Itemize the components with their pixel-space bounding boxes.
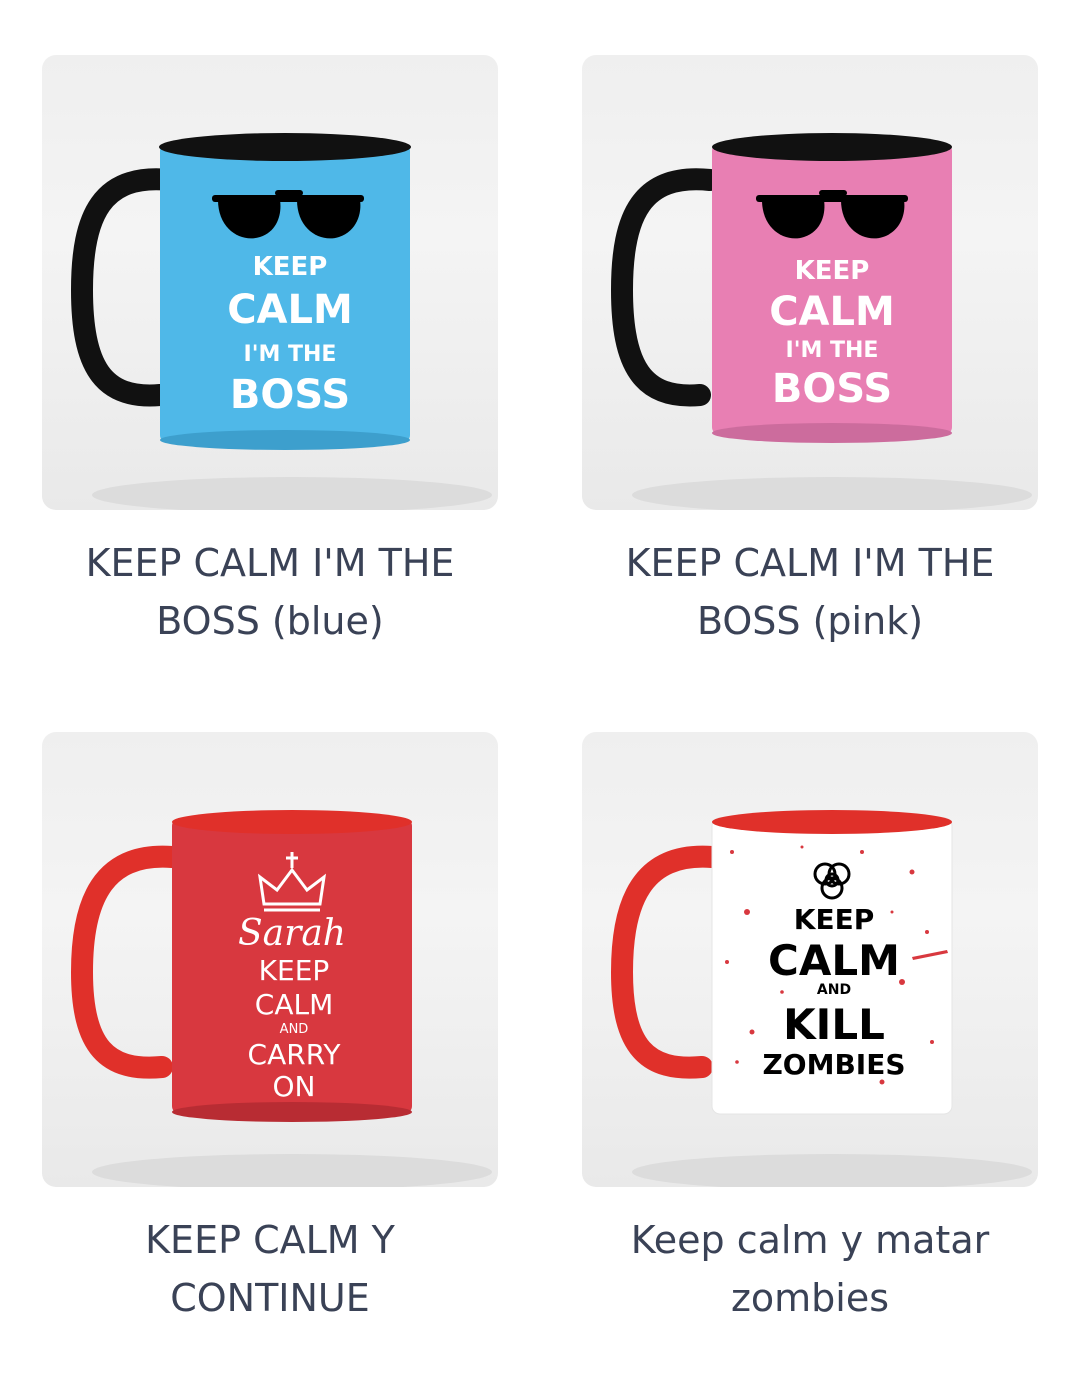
product-card-boss-pink[interactable]: KEEP CALM I'M THE BOSS KEEP CALM I'M THE… [582,55,1038,650]
mug-print-line: KEEP [253,252,328,282]
mug-print-line: CALM [769,289,895,335]
mug-print-line: CARRY [248,1038,342,1071]
product-card-carry-on[interactable]: Sarah KEEP CALM AND CARRY ON KEEP CALM Y… [42,732,498,1327]
product-image[interactable]: Sarah KEEP CALM AND CARRY ON [42,732,498,1187]
mug-print-line: KILL [783,1000,885,1049]
mug-print-line: Sarah [238,913,346,954]
product-title[interactable]: KEEP CALM I'M THE BOSS (pink) [582,534,1038,650]
mug-print-line: KEEP [794,903,874,936]
mug-print-line: AND [817,982,851,998]
product-title[interactable]: KEEP CALM Y CONTINUE [42,1211,498,1327]
mug-print-line: BOSS [772,366,892,412]
mug-print-line: ZOMBIES [762,1048,905,1081]
mug-red-image: Sarah KEEP CALM AND CARRY ON [70,810,492,1187]
mug-print-line: AND [280,1022,309,1037]
product-grid: KEEP CALM I'M THE BOSS KEEP CALM I'M THE… [0,0,1080,1375]
mug-print-line: CALM [768,936,900,985]
mug-print-line: I'M THE [244,342,337,367]
mug-print-line: KEEP [259,954,330,987]
mug-white-image: KEEP CALM AND KILL ZOMBIES [610,810,1032,1187]
product-title[interactable]: Keep calm y matar zombies [582,1211,1038,1327]
product-title[interactable]: KEEP CALM I'M THE BOSS (blue) [42,534,498,650]
mug-blue-image: KEEP CALM I'M THE BOSS [70,133,492,510]
mug-print-line: CALM [227,287,353,333]
product-card-zombies[interactable]: KEEP CALM AND KILL ZOMBIES Keep calm y m… [582,732,1038,1327]
mug-print-line: I'M THE [786,338,879,363]
mug-print-line: KEEP [795,256,870,286]
product-image[interactable]: KEEP CALM AND KILL ZOMBIES [582,732,1038,1187]
mug-print-line: BOSS [230,372,350,418]
product-card-boss-blue[interactable]: KEEP CALM I'M THE BOSS KEEP CALM I'M THE… [42,55,498,650]
mug-pink-image: KEEP CALM I'M THE BOSS [610,133,1032,510]
product-image[interactable]: KEEP CALM I'M THE BOSS [42,55,498,510]
mug-print-line: ON [273,1070,316,1103]
product-image[interactable]: KEEP CALM I'M THE BOSS [582,55,1038,510]
mug-print-line: CALM [255,988,333,1021]
